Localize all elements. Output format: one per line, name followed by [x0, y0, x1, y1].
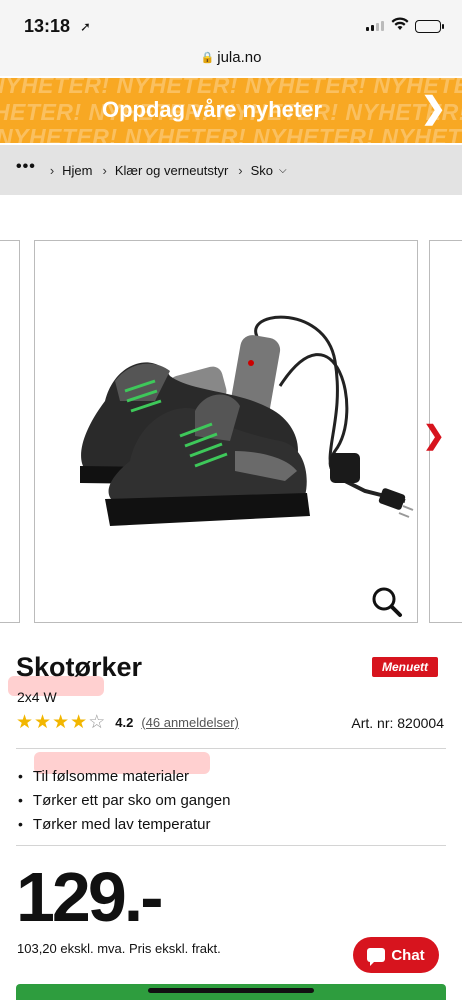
price-note: 103,20 ekskl. mva. Pris ekskl. frakt. — [17, 941, 221, 956]
star-icon: ★ — [16, 712, 34, 733]
chevron-right-icon: › — [238, 162, 243, 178]
chat-bubble-icon — [367, 948, 386, 966]
chevron-right-icon: › — [49, 162, 55, 178]
cellular-signal-icon — [366, 21, 384, 31]
breadcrumb-home[interactable]: Hjem — [62, 163, 92, 178]
divider — [16, 748, 446, 749]
chevron-right-icon[interactable]: ❯ — [423, 420, 445, 451]
breadcrumb-more-button[interactable]: ••• — [16, 158, 36, 176]
article-number: Art. nr: 820004 — [351, 715, 444, 731]
lock-icon: 🔒 — [200, 52, 215, 64]
chat-label: Chat — [391, 946, 425, 964]
feature-item: Tørker ett par sko om gangen — [18, 788, 231, 812]
chevron-right-icon[interactable]: ❯ — [421, 94, 446, 124]
chat-button[interactable]: Chat — [353, 937, 439, 973]
rating: ★ ★ ★ ★ ☆ 4.2 (46 anmeldelser) — [16, 713, 239, 732]
product-price: 129.- — [16, 858, 164, 936]
divider — [16, 845, 446, 846]
star-outline-icon: ☆ — [88, 712, 106, 733]
star-rating: ★ ★ ★ ★ ☆ — [16, 713, 105, 732]
breadcrumb-clothing[interactable]: Klær og verneutstyr — [115, 163, 228, 178]
rating-score: 4.2 — [115, 715, 134, 730]
url-text: jula.no — [217, 49, 262, 66]
star-icon: ★ — [34, 712, 52, 733]
product-image[interactable] — [34, 240, 418, 623]
reviews-link[interactable]: (46 anmeldelser) — [141, 715, 239, 730]
wifi-icon — [391, 17, 409, 30]
clock: 13:18 — [24, 16, 71, 36]
product-variant: 2x4 W — [17, 689, 57, 705]
feature-item: Til følsomme materialer — [18, 764, 231, 788]
star-icon: ★ — [70, 712, 88, 733]
promo-banner[interactable]: NYHETER! NYHETER! NYHETER! NYHETER! NYHE… — [0, 78, 462, 143]
breadcrumb: ••• › Hjem › Klær og verneutstyr › Sko ⌵ — [0, 145, 462, 195]
breadcrumb-shoes[interactable]: Sko — [251, 163, 273, 178]
feature-item: Tørker med lav temperatur — [18, 812, 231, 836]
shoe-dryer-image — [80, 315, 414, 526]
previous-image-thumbnail[interactable] — [0, 240, 20, 623]
battery-icon — [415, 20, 444, 33]
star-icon: ★ — [52, 712, 70, 733]
product-title: Skotørker — [16, 652, 143, 682]
chevron-down-icon[interactable]: ⌵ — [279, 165, 287, 176]
product-gallery[interactable] — [0, 238, 462, 624]
promo-title: Oppdag våre nyheter — [101, 97, 323, 122]
location-arrow-icon: ➚ — [80, 19, 91, 34]
zoom-icon[interactable] — [371, 586, 403, 618]
brand-logo[interactable]: Menuett — [372, 657, 438, 677]
status-bar: 13:18 ➚ — [0, 0, 462, 44]
home-indicator — [148, 988, 314, 993]
feature-list: Til følsomme materialer Tørker ett par s… — [18, 764, 231, 836]
address-bar[interactable]: 🔒 jula.no — [0, 44, 462, 76]
chevron-right-icon: › — [102, 162, 107, 178]
